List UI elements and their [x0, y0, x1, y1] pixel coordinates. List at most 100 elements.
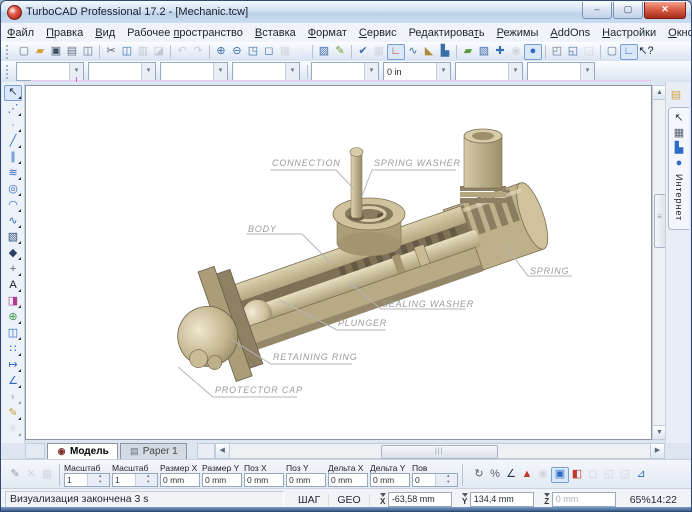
tab-scroll-box[interactable] — [197, 443, 215, 459]
zoom-window-icon[interactable]: ◳ — [245, 44, 261, 59]
coordinate-system-icon[interactable]: ∟ — [620, 44, 638, 60]
select-tool-icon[interactable]: ↖ — [4, 85, 22, 101]
material-pen-tool-icon[interactable]: ✎ — [5, 406, 21, 421]
dim-style-combo[interactable]: ▾ — [455, 62, 523, 81]
copy-array-tool-icon[interactable]: ◫ — [5, 326, 21, 341]
new-window-icon[interactable]: ◰ — [549, 44, 565, 59]
internet-globe-icon[interactable]: ● — [671, 156, 687, 171]
render-scene-icon[interactable]: ● — [524, 44, 542, 60]
palette-icon[interactable]: ▤ — [668, 88, 684, 103]
menu-tools[interactable]: Сервис — [353, 27, 403, 39]
pen-width-combo[interactable]: 0 in▾ — [383, 62, 451, 81]
grid-icon[interactable]: ▦ — [371, 44, 387, 59]
menu-edit[interactable]: Правка — [40, 27, 89, 39]
toolbar-grip[interactable] — [6, 45, 12, 59]
spline-tool-icon[interactable]: ∿ — [5, 214, 21, 229]
format-painter-icon[interactable]: ◪ — [151, 44, 167, 59]
step-mode-toggle[interactable]: ШАГ — [290, 494, 329, 506]
dropdown-arrow-icon[interactable]: ▾ — [364, 63, 378, 80]
menu-options[interactable]: Настройки — [596, 27, 662, 39]
minimize-button[interactable]: – — [582, 2, 612, 19]
rotation-field[interactable]: 0▲▼ — [412, 473, 458, 487]
insert-image-tool-icon[interactable]: ◨ — [5, 294, 21, 309]
box-3d-tool-icon[interactable]: ▧ — [5, 230, 21, 245]
geo-mode-toggle[interactable]: GEO — [329, 494, 369, 506]
snap-modes-tool-icon[interactable]: ∷ — [5, 342, 21, 357]
scroll-right-icon[interactable]: ▶ — [650, 444, 664, 458]
triangle-mode-icon[interactable]: ⊿ — [633, 467, 649, 482]
rotate-mode-icon[interactable]: ↻ — [471, 467, 487, 482]
dropdown-arrow-icon[interactable]: ▾ — [580, 63, 594, 80]
print-icon[interactable]: ▤ — [64, 44, 80, 59]
text-tool-icon[interactable]: A — [5, 278, 21, 293]
spinner-icon[interactable]: ▲▼ — [135, 474, 158, 486]
delete-field-icon[interactable]: ✕ — [23, 467, 39, 482]
delta-x-field[interactable]: 0 mm — [328, 473, 368, 487]
print-preview-icon[interactable]: ◫ — [80, 44, 96, 59]
color-combo[interactable]: ▾ — [88, 62, 156, 81]
save-icon[interactable]: ▣ — [48, 44, 64, 59]
materials-folder-icon[interactable]: ▰ — [460, 44, 476, 59]
size-y-field[interactable]: 0 mm — [202, 473, 242, 487]
render-box-icon[interactable]: ▧ — [476, 44, 492, 59]
menu-format[interactable]: Формат — [302, 27, 353, 39]
z-coordinate-field[interactable]: 0 mm — [552, 492, 616, 507]
angle-dimension-tool-icon[interactable]: ∠ — [5, 374, 21, 389]
tab-model[interactable]: ◉Модель — [47, 443, 118, 459]
brush-combo[interactable]: ▾ — [160, 62, 228, 81]
shear-mode-icon[interactable]: ◲ — [617, 467, 633, 482]
size-x-field[interactable]: 0 mm — [160, 473, 200, 487]
line-tool-icon[interactable]: ╱ — [5, 134, 21, 149]
select-info-icon[interactable]: ↖ — [671, 111, 687, 126]
context-help-icon[interactable]: ↖? — [638, 44, 654, 59]
maximize-button[interactable]: ▢ — [613, 2, 643, 19]
camera-icon[interactable]: ◉ — [508, 44, 524, 59]
toolbar-grip[interactable] — [6, 65, 12, 79]
y-coordinate-field[interactable]: 134,4 mm — [470, 492, 534, 507]
fan-icon[interactable]: ✚ — [492, 44, 508, 59]
menu-modify[interactable]: Редактировать — [403, 27, 491, 39]
dimension-tool-icon[interactable]: ↦ — [5, 358, 21, 373]
statistics-icon[interactable]: ▙ — [671, 141, 687, 156]
cut-icon[interactable]: ✂ — [103, 44, 119, 59]
dropdown-arrow-icon[interactable]: ▾ — [436, 63, 450, 80]
close-button[interactable]: ✕ — [644, 2, 686, 19]
tile-windows-icon[interactable]: ◲ — [581, 44, 597, 59]
zoom-out-icon[interactable]: ⊖ — [229, 44, 245, 59]
scale-x-field[interactable]: 1▲▼ — [64, 473, 110, 487]
zoom-in-icon[interactable]: ⊕ — [213, 44, 229, 59]
extrude-tool-icon[interactable]: + — [5, 262, 21, 277]
aerial-view-icon[interactable]: ◌ — [293, 44, 309, 59]
pos-x-field[interactable]: 0 mm — [244, 473, 284, 487]
spinner-icon[interactable]: ▲▼ — [87, 474, 110, 486]
group-select-icon[interactable]: ◉ — [535, 467, 551, 482]
undo-icon[interactable]: ↶ — [174, 44, 190, 59]
point-style-combo[interactable]: ▾ — [527, 62, 595, 81]
fit-mode-icon[interactable]: ◻ — [585, 467, 601, 482]
multiline-tool-icon[interactable]: ∥ — [5, 150, 21, 165]
sketch-icon[interactable]: ∿ — [405, 44, 421, 59]
dropdown-arrow-icon[interactable]: ▾ — [285, 63, 299, 80]
edit-tool-icon[interactable]: ⋰ — [5, 102, 21, 117]
arc-tool-icon[interactable]: ◠ — [5, 198, 21, 213]
x-coordinate-field[interactable]: -63,58 mm — [388, 492, 452, 507]
table-icon[interactable]: ▦ — [39, 467, 55, 482]
parallel-tool-icon[interactable]: ≋ — [5, 166, 21, 181]
horizontal-scrollbar[interactable]: ◀ ||| ▶ — [215, 443, 665, 459]
scale-y-field[interactable]: 1▲▼ — [112, 473, 158, 487]
new-document-icon[interactable]: ▢ — [16, 44, 32, 59]
select-3d-mode-icon[interactable]: ◧ — [569, 467, 585, 482]
solid-3d-tool-icon[interactable]: ◆ — [5, 246, 21, 261]
spell-check-icon[interactable]: ✔ — [355, 44, 371, 59]
style-brush-icon[interactable]: ✎ — [332, 44, 348, 59]
workplane-icon[interactable]: ∟ — [387, 44, 405, 60]
dropdown-arrow-icon[interactable]: ▾ — [141, 63, 155, 80]
menu-view[interactable]: Вид — [89, 27, 121, 39]
redo-icon[interactable]: ↷ — [190, 44, 206, 59]
spinner-icon[interactable]: ▲▼ — [435, 474, 458, 486]
design-director-icon[interactable]: ▨ — [316, 44, 332, 59]
workplane-by-face-tool-icon[interactable]: ⊕ — [5, 310, 21, 325]
dropdown-arrow-icon[interactable]: ▾ — [508, 63, 522, 80]
scale-percent-icon[interactable]: % — [487, 467, 503, 482]
zoom-extents-icon[interactable]: ◻ — [261, 44, 277, 59]
